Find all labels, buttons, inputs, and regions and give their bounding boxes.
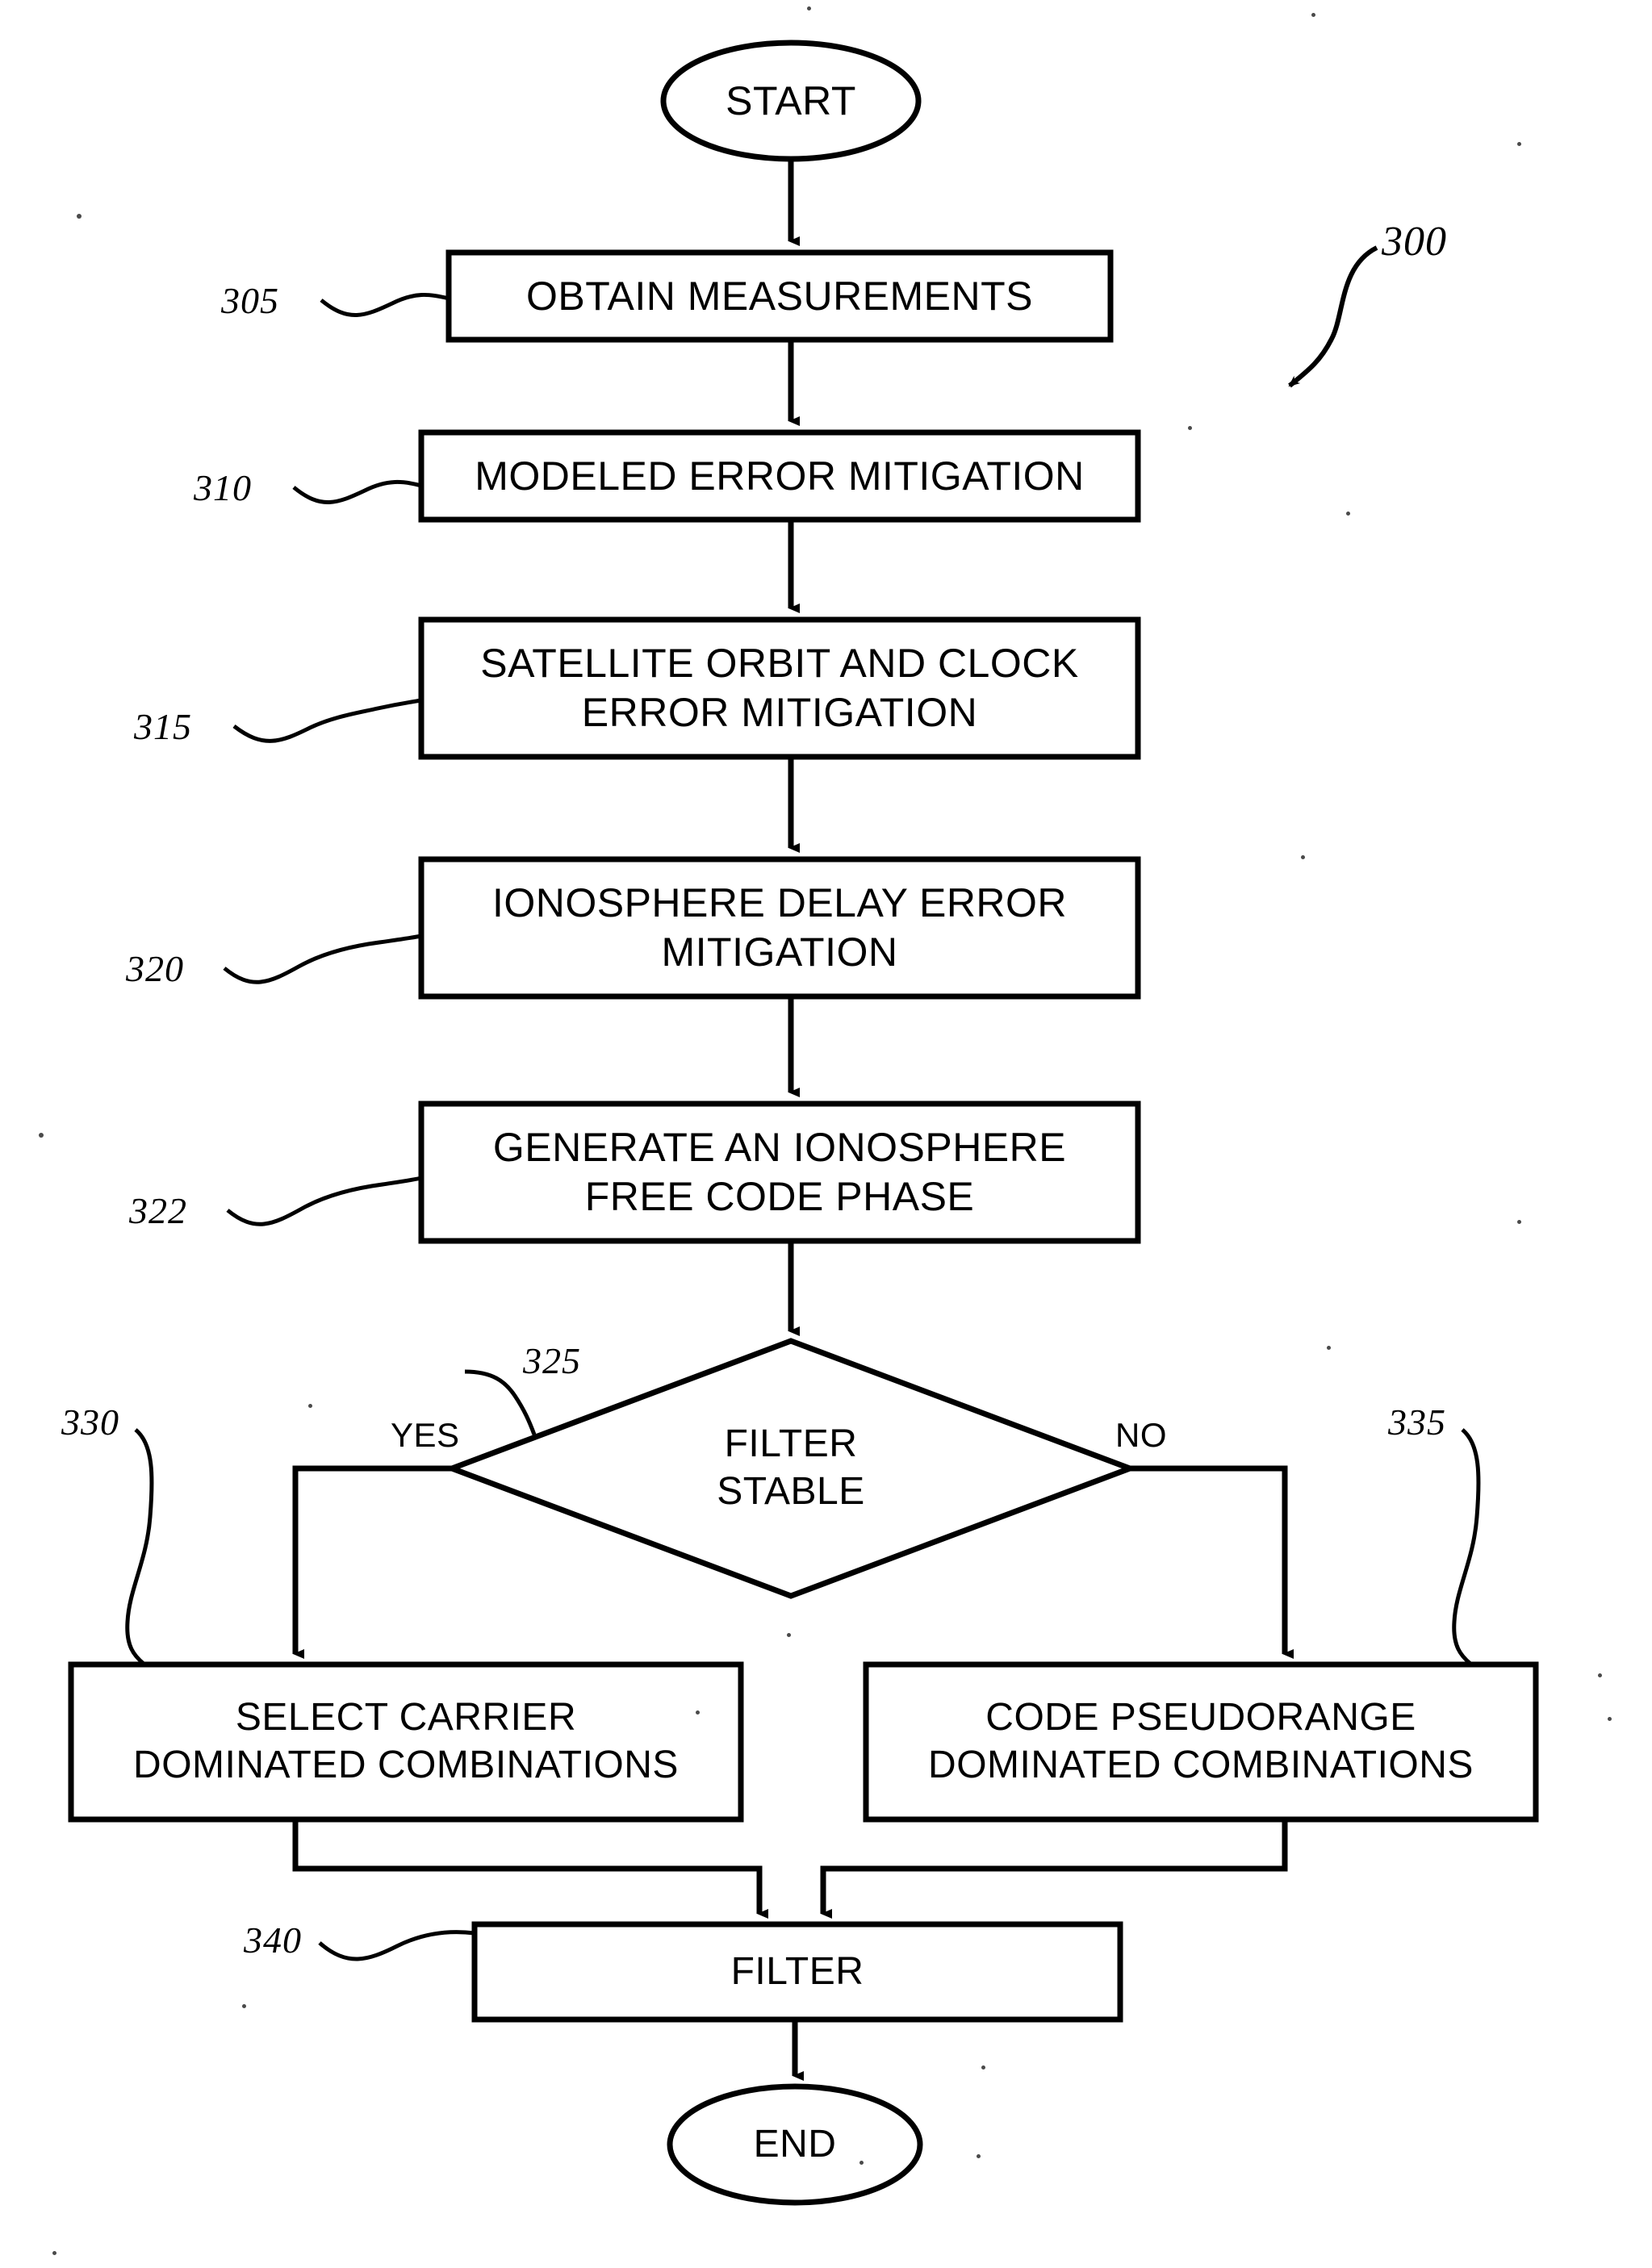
connector-yes-to-330 xyxy=(292,1465,452,1659)
scan-speck xyxy=(696,1710,700,1715)
step-315-box xyxy=(418,616,1141,760)
scan-speck xyxy=(1311,13,1315,17)
reference-numeral-300: 300 xyxy=(1382,219,1447,265)
step-322-box xyxy=(418,1101,1141,1244)
leader-line-300 xyxy=(1288,245,1378,388)
leader-line-305 xyxy=(320,292,450,317)
branch-label-yes: YES xyxy=(391,1416,460,1454)
end-terminator-shape xyxy=(667,2083,923,2206)
connector-330-to-340 xyxy=(292,1819,768,1919)
step-320-box xyxy=(418,856,1141,1000)
scan-speck xyxy=(1517,1220,1521,1224)
step-340-box xyxy=(471,1921,1123,2023)
scan-speck xyxy=(308,1404,312,1408)
connector-no-to-335 xyxy=(1130,1465,1294,1659)
step-305-box xyxy=(445,249,1114,343)
step-310-box xyxy=(418,429,1141,523)
scan-speck xyxy=(1517,142,1521,146)
scan-speck xyxy=(787,1633,791,1637)
leader-line-330 xyxy=(125,1428,154,1665)
scan-speck xyxy=(981,2065,985,2070)
scan-speck xyxy=(77,214,82,219)
reference-numeral-305: 305 xyxy=(221,280,279,321)
reference-numeral-325: 325 xyxy=(523,1340,581,1381)
branch-label-no: NO xyxy=(1115,1416,1167,1454)
scan-speck xyxy=(39,1133,44,1138)
scan-speck xyxy=(1608,1717,1612,1721)
reference-numeral-322: 322 xyxy=(129,1190,187,1231)
leader-line-340 xyxy=(318,1930,475,1961)
reference-numeral-320: 320 xyxy=(126,948,184,989)
leader-line-322 xyxy=(226,1176,422,1226)
scan-speck xyxy=(1301,855,1305,859)
scan-speck xyxy=(1598,1673,1602,1677)
connector-335-to-340 xyxy=(820,1819,1288,1919)
leader-line-320 xyxy=(223,934,422,984)
start-terminator-shape xyxy=(660,40,922,162)
leader-line-310 xyxy=(292,479,422,504)
scan-speck xyxy=(859,2161,864,2165)
reference-numeral-330: 330 xyxy=(61,1401,119,1443)
leader-line-335 xyxy=(1452,1428,1481,1665)
step-330-box xyxy=(68,1661,744,1823)
scan-speck xyxy=(1327,1346,1331,1350)
reference-numeral-310: 310 xyxy=(194,467,252,508)
step-335-box xyxy=(863,1661,1539,1823)
scan-speck xyxy=(242,2004,246,2008)
leader-line-315 xyxy=(232,698,422,743)
scan-speck xyxy=(977,2154,981,2158)
scan-speck xyxy=(807,6,811,10)
scan-speck xyxy=(1346,512,1350,516)
patent-figure-page: START OBTAIN MEASUREMENTS MODELED ERROR … xyxy=(0,0,1652,2268)
reference-numeral-315: 315 xyxy=(134,706,192,747)
scan-speck xyxy=(1188,426,1192,430)
reference-numeral-335: 335 xyxy=(1388,1401,1446,1443)
reference-numeral-340: 340 xyxy=(244,1919,302,1961)
scan-speck xyxy=(52,2251,56,2255)
